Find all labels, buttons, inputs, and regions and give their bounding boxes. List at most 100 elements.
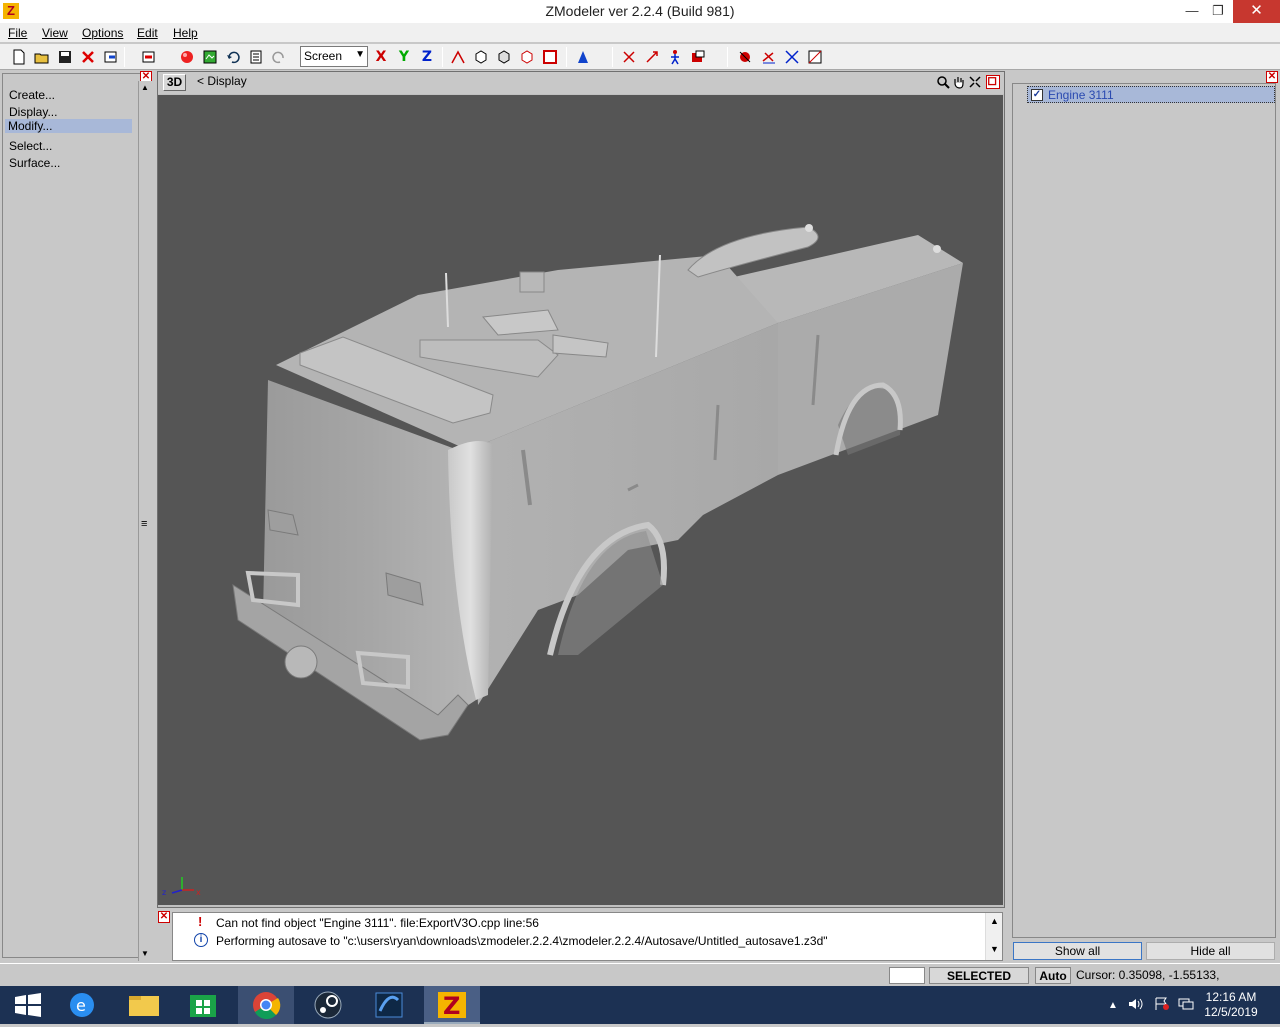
- title-bar: Z ZModeler ver 2.2.4 (Build 981) — ❐ ✕: [0, 0, 1280, 23]
- status-auto: Auto: [1035, 967, 1071, 984]
- axis-x-label: x: [196, 888, 201, 897]
- svg-text:Z: Z: [443, 992, 460, 1020]
- object-list-item[interactable]: ✓ Engine 3111: [1027, 86, 1275, 103]
- toolbar-separator: [442, 47, 443, 67]
- zmodeler-taskbar-icon[interactable]: Z: [424, 986, 480, 1024]
- network-icon[interactable]: [1178, 997, 1194, 1014]
- tray-chevron-icon[interactable]: ▲: [1108, 1000, 1118, 1011]
- open-file-icon[interactable]: [33, 48, 51, 66]
- pan-hand-icon[interactable]: [952, 75, 966, 89]
- menu-edit[interactable]: Edit: [137, 26, 158, 40]
- command-display[interactable]: Display...: [9, 105, 57, 119]
- toolbar-separator: [727, 47, 728, 67]
- store-icon[interactable]: [176, 986, 232, 1024]
- taskbar: e Z: [0, 986, 1280, 1024]
- scroll-down-icon[interactable]: ▼: [141, 949, 149, 958]
- viewport-3d[interactable]: z x: [158, 95, 1003, 905]
- scroll-up-icon[interactable]: ▲: [141, 83, 149, 92]
- axis-z-toggle[interactable]: Z: [418, 48, 436, 66]
- cube-move-icon[interactable]: [495, 48, 513, 66]
- status-cursor: Cursor: 0.35098, -1.55133, -1.45127: [1076, 968, 1220, 998]
- window-title: ZModeler ver 2.2.4 (Build 981): [545, 3, 735, 19]
- command-select[interactable]: Select...: [9, 139, 52, 153]
- fire-truck-model: z x: [162, 224, 963, 897]
- menu-file[interactable]: File: [8, 26, 27, 40]
- svg-text:e: e: [76, 996, 86, 1015]
- steam-icon[interactable]: [300, 986, 356, 1024]
- object-panel-close-icon[interactable]: ✕: [1266, 71, 1278, 83]
- menu-bar: File View Options Edit Help: [0, 23, 1280, 43]
- system-clock[interactable]: 12:16 AM 12/5/2019: [1198, 990, 1264, 1020]
- error-icon: !: [198, 914, 203, 929]
- toolbar-separator: [124, 47, 125, 67]
- close-button[interactable]: ✕: [1233, 0, 1280, 23]
- undo-icon[interactable]: [224, 48, 242, 66]
- scroll-down-icon[interactable]: ▼: [990, 944, 999, 954]
- weld-tool-icon[interactable]: [783, 48, 801, 66]
- axis-x-toggle[interactable]: X: [372, 48, 390, 66]
- file-explorer-icon[interactable]: [116, 986, 172, 1024]
- save-icon[interactable]: [56, 48, 74, 66]
- restore-button[interactable]: ❐: [1205, 0, 1231, 23]
- command-panel-frame: [2, 73, 152, 958]
- log-line-info: Performing autosave to "c:\users\ryan\do…: [216, 934, 828, 948]
- axis-y-toggle[interactable]: Y: [395, 48, 413, 66]
- status-empty-field: [889, 967, 925, 984]
- app-blue-icon[interactable]: [362, 986, 418, 1024]
- move-tool-icon[interactable]: [620, 48, 638, 66]
- menu-view[interactable]: View: [42, 26, 68, 40]
- clock-date: 12/5/2019: [1204, 1005, 1258, 1019]
- transform-tool-icon[interactable]: [689, 48, 707, 66]
- command-surface[interactable]: Surface...: [9, 156, 60, 170]
- cube-select-icon[interactable]: [472, 48, 490, 66]
- command-modify[interactable]: Modify...: [5, 119, 132, 133]
- scale-tool-icon[interactable]: [643, 48, 661, 66]
- start-button[interactable]: [0, 986, 56, 1024]
- render-icon[interactable]: [178, 48, 196, 66]
- figure-tool-icon[interactable]: [666, 48, 684, 66]
- import-icon[interactable]: [102, 48, 120, 66]
- scroll-grip-icon[interactable]: ≡: [141, 518, 147, 530]
- command-create[interactable]: Create...: [9, 88, 55, 102]
- maximize-viewport-icon[interactable]: [986, 75, 1000, 89]
- export-icon[interactable]: [140, 48, 158, 66]
- zoom-extents-icon[interactable]: [968, 75, 982, 89]
- new-file-icon[interactable]: [10, 48, 28, 66]
- menu-options[interactable]: Options: [82, 26, 123, 40]
- toolbar: Screen ▼ X Y Z: [0, 44, 1280, 70]
- action-center-flag-icon[interactable]: [1154, 997, 1170, 1014]
- delete-icon[interactable]: [79, 48, 97, 66]
- command-panel-scrollbar[interactable]: ▲ ≡ ▼: [138, 81, 152, 961]
- hide-all-button[interactable]: Hide all: [1146, 942, 1275, 960]
- zoom-icon[interactable]: [936, 75, 950, 89]
- internet-explorer-icon[interactable]: e: [56, 986, 112, 1024]
- viewport-breadcrumb[interactable]: < Display: [197, 74, 247, 88]
- cut-tool-icon[interactable]: [760, 48, 778, 66]
- vertex-tool-icon[interactable]: [449, 48, 467, 66]
- snap-tool-icon[interactable]: [736, 48, 754, 66]
- redo-icon[interactable]: [270, 48, 288, 66]
- chrome-icon[interactable]: [238, 986, 294, 1024]
- notes-icon[interactable]: [247, 48, 265, 66]
- normal-arrow-icon[interactable]: [574, 48, 592, 66]
- minimize-button[interactable]: —: [1179, 0, 1205, 23]
- view-3d-tag[interactable]: 3D: [163, 74, 186, 91]
- object-list[interactable]: [1012, 83, 1276, 938]
- visibility-checkbox[interactable]: ✓: [1031, 89, 1043, 101]
- show-all-button[interactable]: Show all: [1013, 942, 1142, 960]
- coordinate-system-value: Screen: [304, 49, 343, 63]
- clock-time: 12:16 AM: [1205, 990, 1257, 1004]
- cube-delete-icon[interactable]: [541, 48, 559, 66]
- volume-icon[interactable]: [1128, 997, 1144, 1014]
- cube-rotate-icon[interactable]: [518, 48, 536, 66]
- log-panel-close-icon[interactable]: ✕: [158, 911, 170, 923]
- scroll-up-icon[interactable]: ▲: [990, 916, 999, 926]
- log-scrollbar[interactable]: ▲ ▼: [985, 913, 1002, 960]
- log-line-error: Can not find object "Engine 3111". file:…: [216, 916, 539, 930]
- menu-help[interactable]: Help: [173, 26, 198, 40]
- uv-tool-icon[interactable]: [806, 48, 824, 66]
- coordinate-system-select[interactable]: Screen ▼: [300, 46, 368, 67]
- command-panel: ✕ Create... Display... Modify... Select.…: [0, 71, 155, 962]
- texture-icon[interactable]: [201, 48, 219, 66]
- viewport-header: [158, 72, 1004, 94]
